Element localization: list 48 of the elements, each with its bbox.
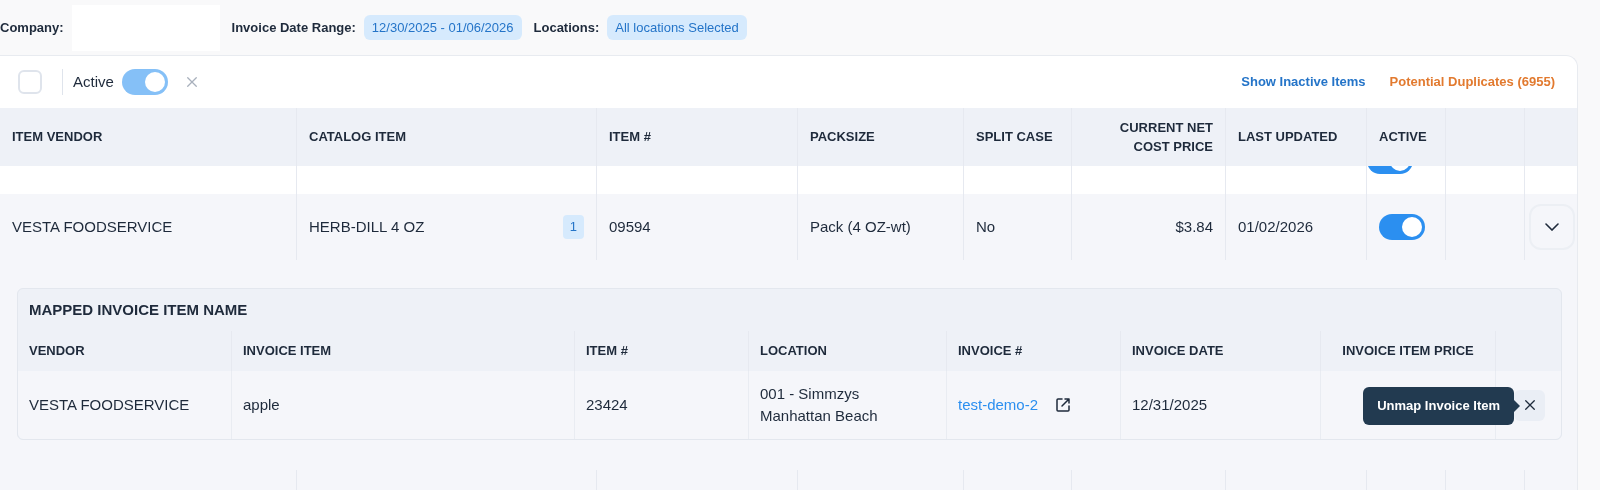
- panel-title: MAPPED INVOICE ITEM NAME: [28, 299, 249, 320]
- column-header: INVOICE ITEM: [243, 342, 332, 361]
- table-cell-text: 001 - Simmzys Manhattan Beach: [760, 384, 879, 426]
- unmap-button[interactable]: [1514, 389, 1545, 421]
- tooltip-arrow: [1514, 399, 1520, 412]
- column-header: ITEM #: [609, 128, 651, 147]
- toggle-switch[interactable]: [1379, 214, 1425, 240]
- select-checkbox[interactable]: [18, 70, 42, 94]
- table-cell-text: Pack (4 OZ-wt): [810, 216, 911, 237]
- table-cell-text: HERB-DILL 4 OZ: [309, 216, 425, 237]
- external-link-icon[interactable]: [1054, 396, 1072, 414]
- invoice-link[interactable]: test-demo-2: [958, 394, 1042, 416]
- column-header: INVOICE #: [958, 342, 1023, 361]
- table-cell-text: 09594: [609, 216, 651, 237]
- duplicates-link[interactable]: Potential Duplicates (6955): [1389, 72, 1555, 92]
- table-cell-text: VESTA FOODSERVICE: [29, 394, 190, 415]
- column-header: ITEM #: [586, 342, 628, 361]
- filter-chip[interactable]: All locations Selected: [607, 14, 747, 41]
- column-header: ACTIVE: [1379, 128, 1427, 147]
- close-icon: [185, 76, 198, 88]
- chevron-icon: [1544, 223, 1559, 231]
- table-cell-text: 23424: [586, 394, 628, 415]
- close-icon: [1523, 399, 1536, 411]
- table-cell-text: VESTA FOODSERVICE: [12, 216, 173, 237]
- filter-chip[interactable]: 12/30/2025 - 01/06/2026: [363, 14, 522, 41]
- column-header: INVOICE ITEM PRICE: [1342, 342, 1474, 361]
- filter-label: Invoice Date Range:: [231, 18, 356, 37]
- clear-filter-button[interactable]: [185, 76, 198, 88]
- table-cell-text: $3.84: [1175, 216, 1213, 237]
- column-header: LOCATION: [760, 342, 827, 361]
- column-header: SPLIT CASE: [976, 128, 1053, 147]
- column-header: LAST UPDATED: [1238, 128, 1338, 147]
- tooltip: Unmap Invoice Item: [1363, 387, 1514, 425]
- column-header: PACKSIZE: [810, 128, 875, 147]
- table-cell-text: 01/02/2026: [1238, 216, 1314, 237]
- toggle-switch[interactable]: [121, 69, 168, 95]
- table-cell-text: No: [976, 216, 996, 237]
- column-header: ITEM VENDOR: [12, 128, 103, 147]
- filter-label: Active: [73, 71, 114, 92]
- count-badge: 1: [562, 215, 584, 239]
- table-cell-text: 12/31/2025: [1132, 394, 1208, 415]
- column-header: VENDOR: [29, 342, 85, 361]
- table-cell-text: apple: [243, 394, 280, 415]
- filter-label: Company:: [0, 18, 64, 37]
- column-header: INVOICE DATE: [1132, 342, 1224, 361]
- filter-label: Locations:: [533, 18, 600, 37]
- column-header: CURRENT NET COST PRICE: [1118, 118, 1213, 156]
- column-header: CATALOG ITEM: [309, 128, 406, 147]
